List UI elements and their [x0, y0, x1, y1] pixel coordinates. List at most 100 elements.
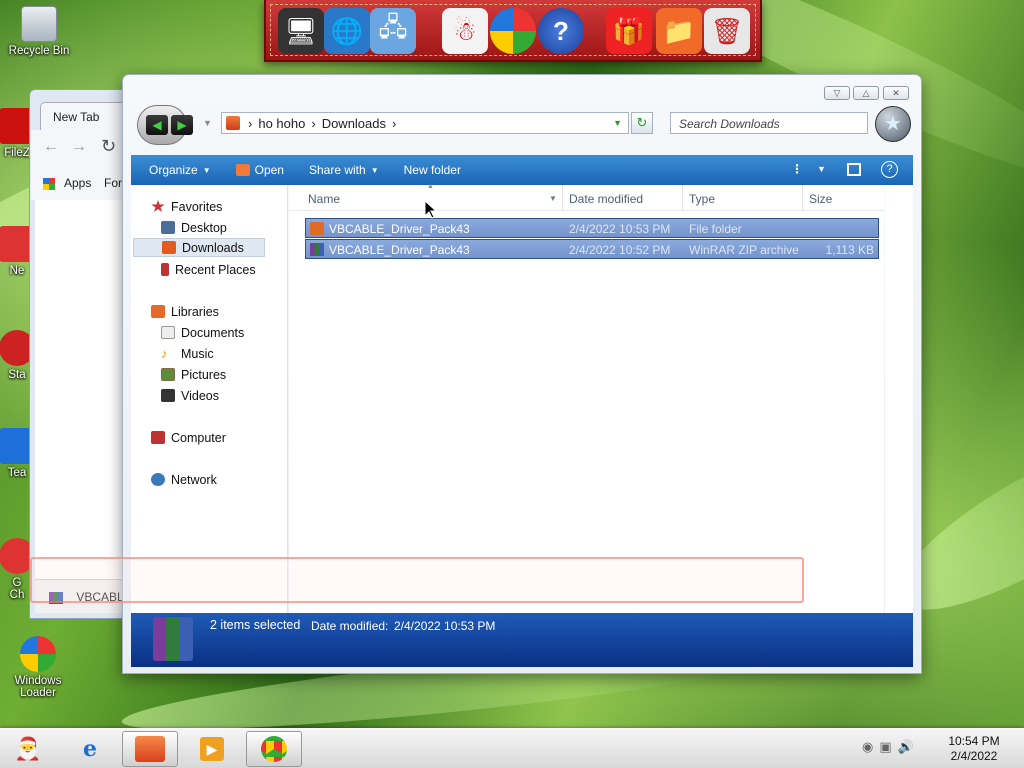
nav-videos[interactable]: Videos: [161, 386, 219, 405]
chevron-down-icon: ▼: [202, 165, 211, 175]
column-divider[interactable]: [562, 185, 563, 211]
globe-icon[interactable]: 🌐: [324, 8, 370, 54]
breadcrumb-separator-icon[interactable]: ›: [392, 116, 396, 131]
maximize-button[interactable]: △: [853, 86, 879, 100]
more-options-icon[interactable]: ⋮: [791, 162, 803, 176]
nav-network[interactable]: Network: [151, 470, 217, 489]
nav-documents[interactable]: Documents: [161, 323, 244, 342]
chrome-taskbar-button[interactable]: [246, 731, 302, 767]
nav-favorites[interactable]: Favorites: [151, 197, 222, 216]
clock-time: 10:54 PM: [948, 734, 1000, 748]
desktop-icon-label: Recycle Bin: [8, 45, 70, 57]
folder-icon[interactable]: 📁: [656, 8, 702, 54]
shield-icon[interactable]: [490, 8, 536, 54]
nav-downloads[interactable]: Downloads: [133, 238, 265, 257]
details-pane: 2 items selected Date modified: 2/4/2022…: [131, 613, 913, 667]
volume-icon[interactable]: 🔊: [898, 739, 914, 755]
file-row[interactable]: VBCABLE_Driver_Pack43 2/4/2022 10:52 PM …: [305, 239, 879, 259]
share-with-button[interactable]: Share with ▼: [299, 163, 394, 177]
minimize-button[interactable]: ▽: [824, 86, 850, 100]
forward-icon[interactable]: →: [71, 138, 87, 156]
nav-label: Desktop: [181, 220, 227, 235]
column-date-modified[interactable]: Date modified: [569, 192, 643, 206]
nav-label: Favorites: [171, 199, 223, 214]
forward-button[interactable]: ▶: [171, 115, 193, 135]
apps-bookmark[interactable]: Apps: [64, 176, 91, 190]
nav-label: Network: [171, 472, 217, 487]
network-icon[interactable]: 🖧: [370, 8, 416, 54]
column-type[interactable]: Type: [689, 192, 715, 206]
nav-pictures[interactable]: Pictures: [161, 365, 226, 384]
start-button[interactable]: 🎅: [0, 731, 56, 767]
file-name: VBCABLE_Driver_Pack43: [329, 222, 470, 236]
search-input[interactable]: Search Downloads: [670, 112, 868, 134]
explorer-taskbar-button[interactable]: [122, 731, 178, 767]
organize-button[interactable]: Organize ▼: [139, 163, 226, 177]
file-date: 2/4/2022 10:53 PM: [569, 222, 671, 236]
clock-date: 2/4/2022: [950, 749, 998, 763]
pictures-icon: [161, 368, 175, 381]
help-icon[interactable]: ?: [538, 8, 584, 54]
column-divider[interactable]: [802, 185, 803, 211]
selection-ghost-overlay: [30, 557, 804, 603]
apps-icon[interactable]: [43, 178, 55, 190]
windows-loader-desktop-icon[interactable]: Windows Loader: [3, 636, 73, 699]
breadcrumb-separator-icon[interactable]: ›: [311, 116, 315, 131]
network-icon: [151, 473, 165, 486]
bookmark-item[interactable]: For: [104, 176, 122, 190]
navigation-pane: Favorites Desktop Downloads Recent Place…: [131, 185, 288, 613]
selection-count: 2 items selected: [210, 618, 301, 632]
file-size: 1,113 KB: [825, 243, 874, 257]
open-folder-icon: [235, 164, 250, 176]
search-star-icon[interactable]: ★: [875, 106, 911, 142]
gift-icon[interactable]: 🎁: [606, 8, 652, 54]
column-size[interactable]: Size: [809, 192, 832, 206]
file-list[interactable]: ▲ Name ▼ Date modified Type Size VBCABLE…: [289, 183, 884, 613]
back-button[interactable]: ◀: [146, 115, 168, 135]
nav-label: Computer: [171, 430, 226, 445]
network-tray-icon[interactable]: ▣: [879, 739, 891, 755]
nav-music[interactable]: ♪ Music: [161, 344, 214, 363]
address-bar[interactable]: › ho hoho › Downloads › ▼: [221, 112, 629, 134]
back-icon[interactable]: ←: [43, 138, 59, 156]
share-with-label: Share with: [308, 163, 366, 177]
recent-pages-chevron-icon[interactable]: ▼: [203, 118, 212, 128]
nav-libraries[interactable]: Libraries: [151, 302, 219, 321]
play-icon: ▶: [200, 737, 224, 761]
breadcrumb-ho-hoho[interactable]: ho hoho: [258, 116, 305, 131]
desktop-icon: [161, 221, 175, 234]
recycle-bin-desktop-icon[interactable]: Recycle Bin: [4, 6, 74, 57]
refresh-button[interactable]: ↻: [631, 112, 653, 134]
desktop-icon-label: Windows Loader: [14, 675, 62, 699]
downloads-icon: [162, 241, 176, 254]
clock[interactable]: 10:54 PM 2/4/2022: [944, 734, 1004, 764]
preview-pane-icon[interactable]: [847, 163, 861, 176]
libraries-icon: [151, 305, 165, 318]
open-button[interactable]: Open: [226, 163, 299, 177]
address-dropdown-icon[interactable]: ▼: [613, 118, 622, 128]
new-folder-button[interactable]: New folder: [394, 163, 476, 177]
column-filter-icon[interactable]: ▼: [549, 194, 557, 203]
file-row[interactable]: VBCABLE_Driver_Pack43 2/4/2022 10:53 PM …: [305, 218, 879, 238]
reload-icon[interactable]: ↻: [101, 136, 116, 157]
column-name[interactable]: Name: [308, 192, 340, 206]
monitor-icon[interactable]: 🖥: [278, 8, 324, 54]
help-icon[interactable]: ?: [881, 161, 898, 178]
media-player-icon[interactable]: ▶: [184, 731, 240, 767]
sort-up-icon: ▲: [427, 183, 434, 190]
nav-desktop[interactable]: Desktop: [161, 218, 227, 237]
nav-computer[interactable]: Computer: [151, 428, 226, 447]
trash-icon[interactable]: 🗑: [704, 8, 750, 54]
file-name: VBCABLE_Driver_Pack43: [329, 243, 470, 257]
close-button[interactable]: ✕: [883, 86, 909, 100]
nav-recent-places[interactable]: Recent Places: [161, 260, 256, 279]
show-hidden-icons-icon[interactable]: ◉: [862, 739, 873, 755]
nav-label: Downloads: [182, 240, 244, 255]
column-divider[interactable]: [682, 185, 683, 211]
snowman-icon[interactable]: ☃: [442, 8, 488, 54]
breadcrumb-downloads[interactable]: Downloads: [322, 116, 386, 131]
internet-explorer-icon[interactable]: e: [62, 731, 118, 767]
nav-label: Recent Places: [175, 262, 256, 277]
breadcrumb-separator-icon[interactable]: ›: [248, 116, 252, 131]
view-options-chevron-icon[interactable]: ▼: [817, 164, 826, 174]
